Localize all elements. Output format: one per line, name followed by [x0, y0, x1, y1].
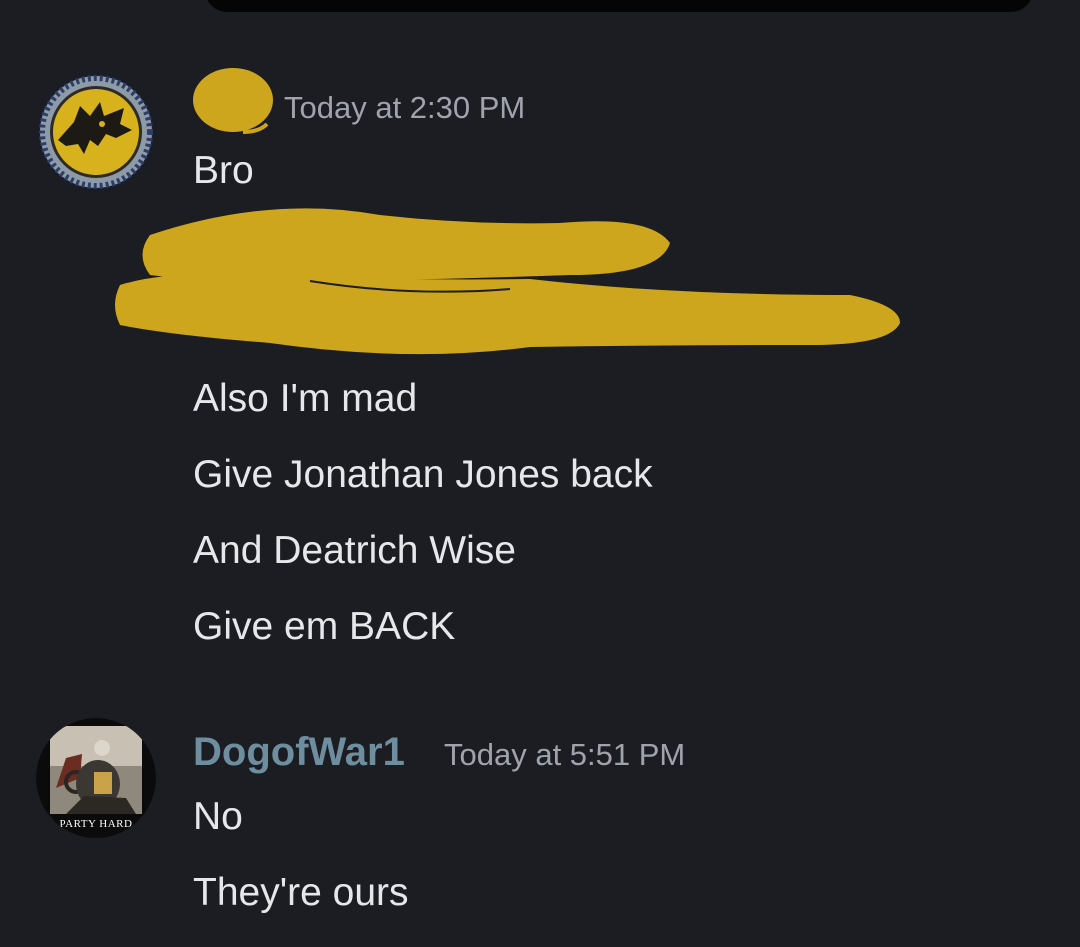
avatar-caption: PARTY HARD [59, 818, 133, 830]
user-avatar[interactable]: PARTY HARD [36, 718, 156, 838]
redacted-message [110, 195, 905, 365]
message-line: And Deatrich Wise [193, 529, 516, 572]
message-line: Give Jonathan Jones back [193, 453, 653, 496]
message-line: Bro [193, 149, 254, 192]
redacted-username [193, 66, 275, 134]
timestamp: Today at 2:30 PM [284, 90, 526, 125]
wolf-emblem-icon [36, 72, 156, 192]
message-input-bar[interactable] [205, 0, 1033, 12]
message-line: They're ours [193, 871, 409, 914]
timestamp: Today at 5:51 PM [444, 737, 686, 772]
message-line: No [193, 795, 243, 838]
message-line: Also I'm mad [193, 377, 418, 420]
username[interactable]: DogofWar1 [193, 728, 405, 776]
message-line: Give em BACK [193, 605, 456, 648]
user-avatar[interactable] [36, 72, 156, 192]
